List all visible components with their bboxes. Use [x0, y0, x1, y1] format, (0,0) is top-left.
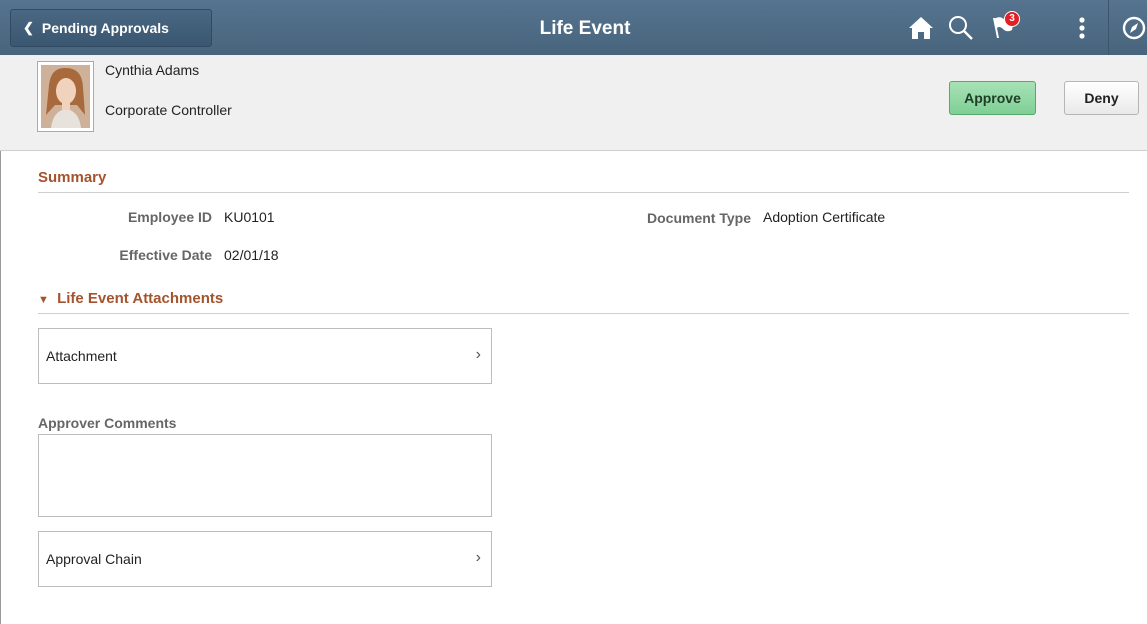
back-button[interactable]: ❮ Pending Approvals	[10, 9, 212, 47]
attachments-heading[interactable]: ▼ Life Event Attachments	[38, 290, 1129, 314]
approver-comments-input[interactable]	[38, 434, 492, 517]
attachments-heading-label: Life Event Attachments	[57, 290, 224, 307]
deny-button[interactable]: Deny	[1064, 81, 1139, 115]
collapse-triangle-icon: ▼	[38, 294, 49, 306]
attachment-row[interactable]: Attachment ›	[38, 328, 492, 384]
employee-photo	[41, 65, 90, 128]
approver-comments-label: Approver Comments	[38, 415, 177, 431]
attachment-row-label: Attachment	[46, 348, 117, 364]
summary-heading: Summary	[38, 169, 1129, 193]
employee-job-title: Corporate Controller	[105, 102, 232, 118]
header-bar: ❮ Pending Approvals Life Event 3	[0, 0, 1147, 55]
notification-flag-icon[interactable]: 3	[990, 11, 1020, 42]
header-divider	[1108, 0, 1109, 55]
avatar	[37, 61, 94, 132]
employee-id-label: Employee ID	[127, 209, 212, 225]
page-title: Life Event	[539, 18, 631, 39]
chevron-right-icon: ›	[475, 346, 481, 363]
employee-name: Cynthia Adams	[105, 62, 200, 78]
actions-menu-icon[interactable]	[1068, 14, 1096, 42]
back-button-label: Pending Approvals	[41, 20, 169, 36]
effective-date-value: 02/01/18	[224, 247, 279, 263]
navbar-compass-icon[interactable]	[1120, 14, 1147, 42]
home-icon[interactable]	[907, 14, 935, 42]
left-border	[0, 151, 1, 624]
search-icon[interactable]	[947, 14, 975, 42]
summary-heading-label: Summary	[38, 169, 107, 186]
chevron-right-icon: ›	[475, 549, 481, 566]
employee-banner: Cynthia Adams Corporate Controller Appro…	[0, 55, 1147, 151]
chevron-left-icon: ❮	[23, 20, 34, 35]
document-type-value: Adoption Certificate	[763, 209, 886, 225]
employee-id-value: KU0101	[224, 209, 275, 225]
approval-chain-row-label: Approval Chain	[46, 551, 142, 567]
document-type-label: Document Type	[647, 210, 751, 226]
approve-button[interactable]: Approve	[949, 81, 1036, 115]
approval-chain-row[interactable]: Approval Chain ›	[38, 531, 492, 587]
effective-date-label: Effective Date	[119, 247, 212, 263]
notification-count-badge: 3	[1004, 11, 1020, 27]
